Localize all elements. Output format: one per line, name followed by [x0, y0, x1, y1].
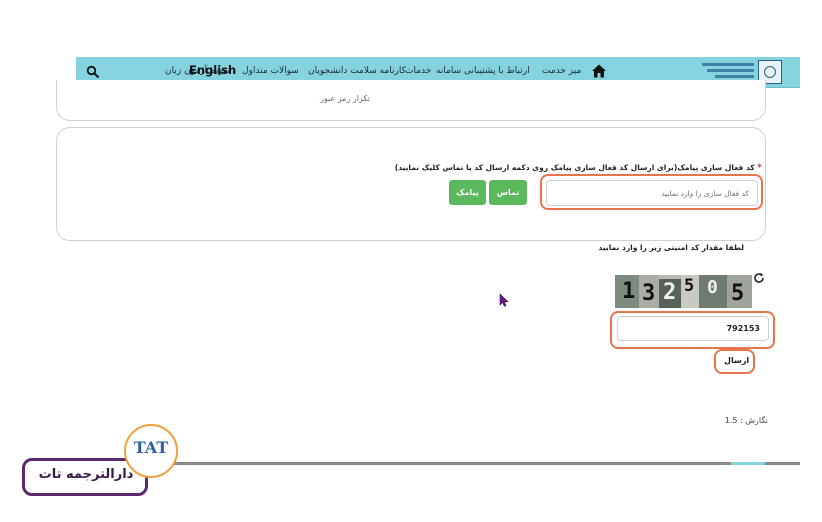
required-mark: * [757, 163, 762, 173]
password-panel [56, 80, 766, 121]
captcha-digit: 5 [731, 281, 745, 306]
sms-button[interactable]: پیامک [449, 180, 486, 205]
version-label: نگارش : 1.5 [724, 416, 768, 425]
call-button[interactable]: تماس [489, 180, 527, 205]
sms-code-label: * کد فعال سازی پیامک(برای ارسال کد فعال … [395, 163, 762, 173]
sms-code-label-text: کد فعال سازی پیامک(برای ارسال کد فعال سا… [394, 163, 755, 172]
footer-accent [731, 462, 765, 465]
captcha-input[interactable] [617, 316, 769, 341]
captcha-digit: 3 [642, 281, 656, 306]
refresh-icon[interactable] [753, 272, 765, 284]
activation-code-input[interactable] [546, 180, 758, 206]
nav-health-report[interactable]: کارنامه سلامت دانشجویان [308, 66, 406, 76]
nav-english-link[interactable]: English [189, 63, 236, 77]
captcha-digit: 0 [707, 277, 718, 298]
captcha-image: 1 3 2 5 0 5 [615, 275, 752, 308]
page: میز خدمت ارتباط با پشتیبانی سامانه خدمات… [0, 0, 822, 522]
nav-faq[interactable]: سوالات متداول [242, 66, 299, 76]
captcha-instruction: لطفا مقدار کد امنیتی زیر را وارد نمایید [598, 243, 744, 252]
send-button[interactable]: ارسال [718, 352, 751, 369]
captcha-digit: 5 [684, 276, 695, 296]
tat-logo-text: TAT [133, 438, 169, 457]
search-icon[interactable] [86, 65, 100, 79]
nav-service-desk[interactable]: میز خدمت [542, 66, 581, 76]
footer-divider [76, 462, 800, 465]
captcha-digit: 2 [663, 280, 677, 305]
watermark-text: دارالترجمه تات [38, 467, 134, 482]
nav-services[interactable]: خدمات [405, 66, 431, 76]
repeat-password-label: تکرار رمز عبور [320, 94, 370, 103]
captcha-digit: 1 [622, 279, 636, 304]
home-icon[interactable] [591, 63, 607, 79]
nav-support[interactable]: ارتباط با پشتیبانی سامانه [436, 66, 530, 76]
mouse-cursor-icon [499, 293, 509, 307]
